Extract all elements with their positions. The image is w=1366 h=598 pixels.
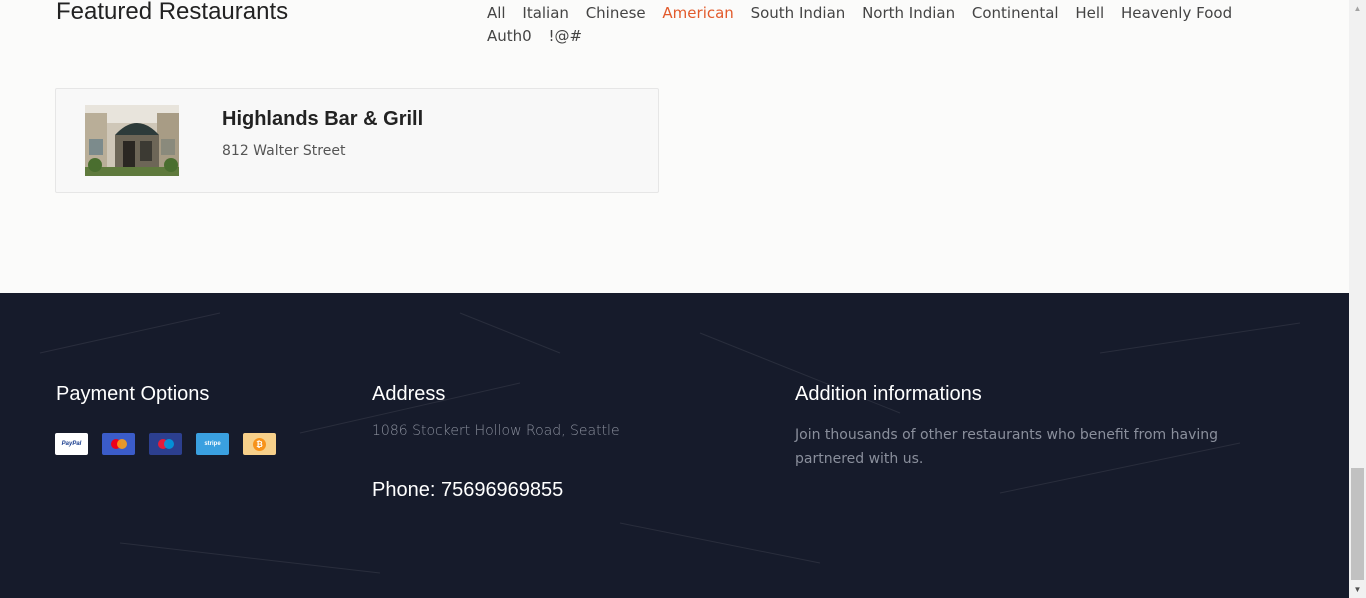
phone-number: Phone: 75696969855 [372,479,564,501]
page-scrollbar[interactable]: ▲ ▼ [1349,0,1366,598]
payment-icons: PayPal stripe ₿ [55,433,276,455]
restaurant-address: 812 Walter Street [222,143,346,159]
filter-continental[interactable]: Continental [972,2,1059,25]
address-text: 1086 Stockert Hollow Road, Seattle [372,423,620,439]
restaurant-name[interactable]: Highlands Bar & Grill [222,108,423,131]
restaurant-card[interactable]: Highlands Bar & Grill 812 Walter Street [55,88,659,193]
section-title: Featured Restaurants [56,0,289,25]
filter-auth0[interactable]: Auth0 [487,25,532,48]
address-title: Address [372,383,446,405]
filter-american[interactable]: American [662,2,733,25]
addition-info-title: Addition informations [795,383,982,405]
cuisine-filter-list: All Italian Chinese American South India… [487,2,1287,48]
site-footer: Payment Options PayPal stripe ₿ Address … [0,293,1349,598]
bitcoin-icon: ₿ [243,433,276,455]
scroll-up-arrow-icon[interactable]: ▲ [1349,0,1366,17]
filter-south-indian[interactable]: South Indian [751,2,846,25]
restaurant-image[interactable] [85,105,179,176]
mastercard-icon [102,433,135,455]
payment-options-title: Payment Options [56,383,210,405]
filter-symbols[interactable]: !@# [548,25,582,48]
filter-chinese[interactable]: Chinese [586,2,646,25]
main-content: Featured Restaurants All Italian Chinese… [0,0,1349,293]
paypal-icon: PayPal [55,433,88,455]
filter-italian[interactable]: Italian [522,2,569,25]
scroll-thumb[interactable] [1351,468,1364,580]
filter-heavenly-food[interactable]: Heavenly Food [1121,2,1232,25]
addition-info-text: Join thousands of other restaurants who … [795,427,1219,467]
filter-north-indian[interactable]: North Indian [862,2,955,25]
stripe-icon: stripe [196,433,229,455]
filter-all[interactable]: All [487,2,506,25]
scroll-down-arrow-icon[interactable]: ▼ [1349,581,1366,598]
maestro-icon [149,433,182,455]
filter-hell[interactable]: Hell [1075,2,1104,25]
